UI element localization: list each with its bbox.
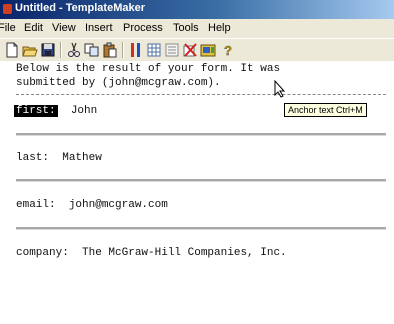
field-row[interactable]: email: john@mcgraw.com xyxy=(16,199,168,211)
tooltip: Anchor text Ctrl+M xyxy=(284,103,367,117)
field-value: Mathew xyxy=(62,152,102,164)
insert-field-icon[interactable] xyxy=(128,42,144,58)
toolbar-separator xyxy=(122,42,124,58)
intro-line-1: Below is the result of your form. It was xyxy=(16,63,281,75)
help-icon[interactable]: ? xyxy=(220,42,236,58)
anchor-text-icon[interactable] xyxy=(182,42,198,58)
field-label[interactable]: last: xyxy=(16,152,49,164)
svg-text:?: ? xyxy=(224,43,232,58)
paste-icon[interactable] xyxy=(102,42,118,58)
intro-line-2: submitted by (john@mcgraw.com). xyxy=(16,77,221,89)
copy-icon[interactable] xyxy=(84,42,100,58)
field-label[interactable]: company: xyxy=(16,247,69,259)
field-value: john@mcgraw.com xyxy=(68,199,168,211)
app-window: Untitled - TemplateMaker File Edit View … xyxy=(0,0,394,324)
field-row[interactable]: company: The McGraw-Hill Companies, Inc. xyxy=(16,247,287,259)
dashed-divider xyxy=(16,94,386,95)
document-area[interactable]: Below is the result of your form. It was… xyxy=(0,61,394,324)
new-document-icon[interactable] xyxy=(4,42,20,58)
field-value: The McGraw-Hill Companies, Inc. xyxy=(82,247,287,259)
insert-table-icon[interactable] xyxy=(146,42,162,58)
toolbar-separator xyxy=(60,42,62,58)
save-icon[interactable] xyxy=(40,42,56,58)
menu-help[interactable]: Help xyxy=(208,22,231,34)
toolbar: ? xyxy=(0,38,394,62)
menu-process[interactable]: Process xyxy=(123,22,163,34)
mouse-cursor-icon xyxy=(274,80,286,98)
app-icon xyxy=(3,4,12,14)
field-row[interactable]: first: John xyxy=(14,105,98,117)
menu-file[interactable]: File xyxy=(0,22,16,34)
menu-bar: File Edit View Insert Process Tools Help xyxy=(0,19,394,38)
field-value: John xyxy=(70,105,98,117)
menu-insert[interactable]: Insert xyxy=(85,22,113,34)
horizontal-rule xyxy=(16,133,386,136)
cut-icon[interactable] xyxy=(66,42,82,58)
horizontal-rule xyxy=(16,179,386,182)
field-row[interactable]: last: Mathew xyxy=(16,152,102,164)
field-label[interactable]: email: xyxy=(16,199,56,211)
menu-view[interactable]: View xyxy=(52,22,76,34)
menu-tools[interactable]: Tools xyxy=(173,22,199,34)
field-label[interactable]: first: xyxy=(14,105,58,117)
menu-edit[interactable]: Edit xyxy=(24,22,43,34)
insert-list-icon[interactable] xyxy=(164,42,180,58)
open-folder-icon[interactable] xyxy=(22,42,38,58)
window-title: Untitled - TemplateMaker xyxy=(15,2,145,14)
title-bar[interactable]: Untitled - TemplateMaker xyxy=(0,0,394,19)
horizontal-rule xyxy=(16,227,386,230)
preview-icon[interactable] xyxy=(200,42,216,58)
